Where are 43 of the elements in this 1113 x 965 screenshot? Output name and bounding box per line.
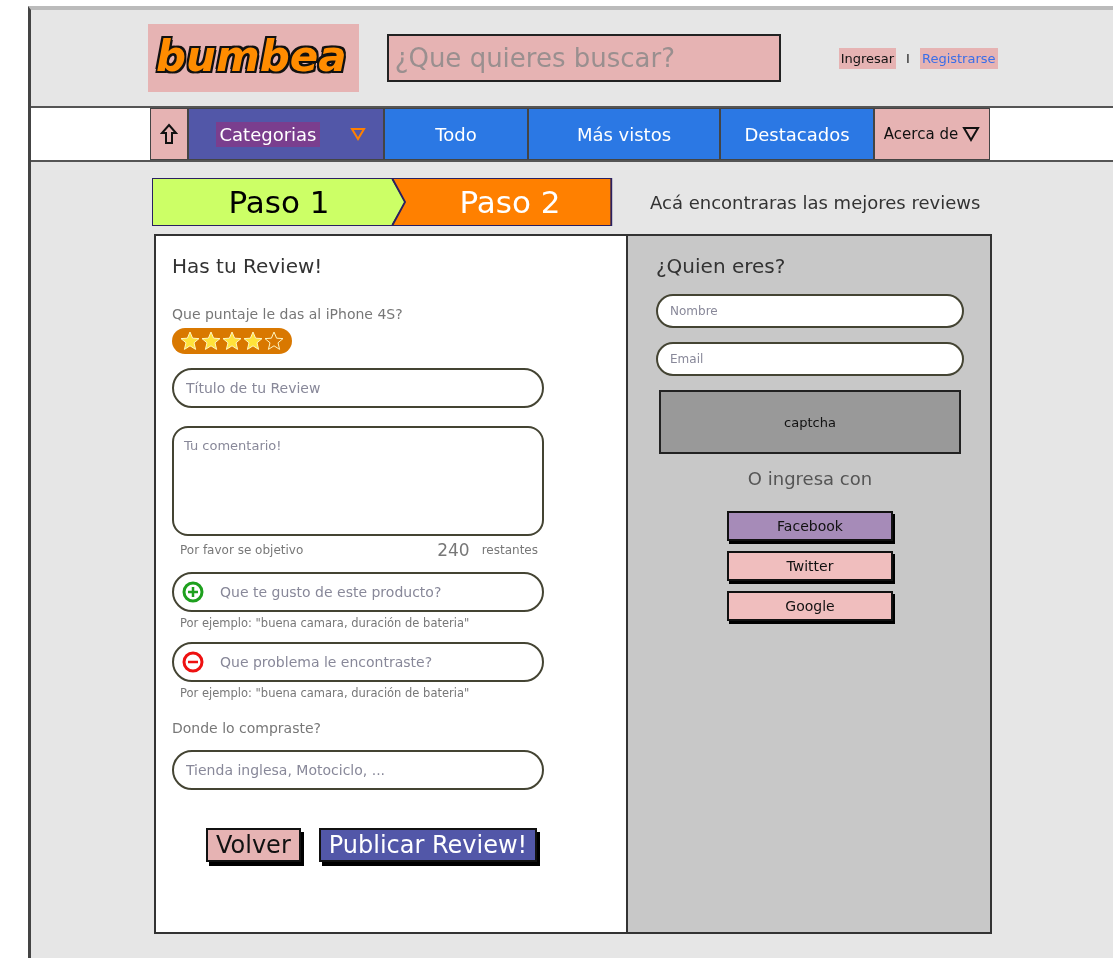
captcha-box[interactable]: captcha xyxy=(659,390,961,454)
star-icon xyxy=(243,331,263,351)
comment-field[interactable]: Tu comentario! xyxy=(172,426,544,536)
social-login-button[interactable]: Facebook xyxy=(727,511,893,541)
categories-dropdown[interactable]: Categorias xyxy=(188,108,384,160)
nav-tab[interactable]: Más vistos xyxy=(528,108,720,160)
home-icon xyxy=(160,123,178,145)
about-menu[interactable]: Acerca de xyxy=(874,108,990,160)
remaining-label: restantes xyxy=(481,543,538,557)
tagline: Acá encontraras las mejores reviews xyxy=(650,191,981,213)
caret-icon xyxy=(962,126,981,142)
star-icon xyxy=(180,331,200,351)
star-icon xyxy=(222,331,242,351)
nav-tab[interactable]: Destacados xyxy=(720,108,874,160)
step-indicator: Paso 1 xyxy=(152,178,406,226)
store-label: Donde lo compraste? xyxy=(172,720,322,736)
minus-icon xyxy=(182,651,204,673)
plus-icon xyxy=(182,581,204,603)
home-button[interactable] xyxy=(150,108,188,160)
social-login-button[interactable]: Twitter xyxy=(727,551,893,581)
alt-login-label: O ingresa con xyxy=(747,468,873,489)
nav-tab[interactable]: Todo xyxy=(384,108,528,160)
store-field[interactable]: Tienda inglesa, Motociclo, ... xyxy=(172,750,544,790)
star-icon xyxy=(264,331,284,351)
review-title: Has tu Review! xyxy=(172,254,323,278)
rating-label: Que puntaje le das al iPhone 4S? xyxy=(172,306,403,322)
search-field[interactable]: ¿Que quieres buscar? xyxy=(386,34,781,82)
hint-text: Por ejemplo: "buena camara, duración de bateria" xyxy=(180,616,470,630)
remaining-count: 240 xyxy=(437,540,470,560)
title-field[interactable]: Título de tu Review xyxy=(172,368,544,408)
login-link[interactable]: Ingresar xyxy=(838,47,897,69)
star-rating[interactable] xyxy=(180,331,284,351)
identity-title: ¿Quien eres? xyxy=(656,254,786,278)
hint-text: Por ejemplo: "buena camara, duración de bateria" xyxy=(180,686,470,700)
social-login-button[interactable]: Google xyxy=(727,591,893,621)
pros-field[interactable]: Que te gusto de este producto? xyxy=(172,572,544,612)
hint-text: Por favor se objetivo xyxy=(180,543,304,557)
email-field[interactable]: Email xyxy=(656,342,964,376)
separator-text: I xyxy=(906,50,910,66)
star-icon xyxy=(201,331,221,351)
caret-icon xyxy=(350,127,367,141)
cons-field[interactable]: Que problema le encontraste? xyxy=(172,642,544,682)
name-field[interactable]: Nombre xyxy=(656,294,964,328)
